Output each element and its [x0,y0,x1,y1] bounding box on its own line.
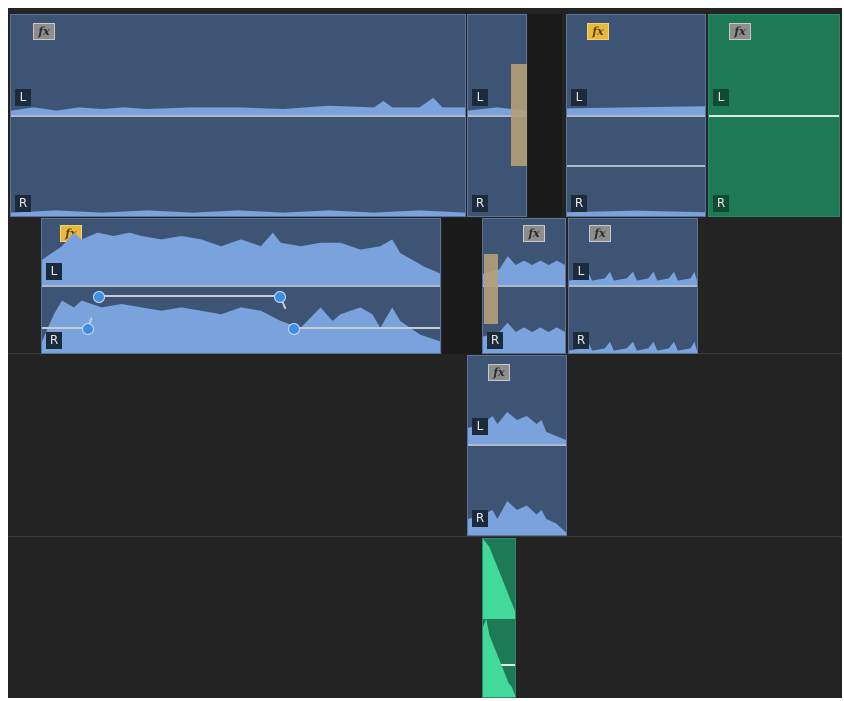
left-channel-label: L [46,263,62,280]
channel-divider [569,285,697,287]
right-channel-label: R [713,195,729,212]
volume-keyframe[interactable] [288,323,300,335]
audio-timeline: fx L R L R fx L R fx L R fx L R fx R fx … [8,8,842,698]
audio-clip[interactable]: fx L R [10,14,466,217]
volume-keyframe[interactable] [274,291,286,303]
left-channel-waveform [11,97,465,117]
right-channel-label: R [573,332,589,349]
right-channel-label: R [571,195,587,212]
volume-keyframe[interactable] [93,291,105,303]
fx-badge-icon[interactable]: fx [488,364,510,381]
fx-badge-icon[interactable]: fx [587,23,609,40]
volume-keyframe-line[interactable] [99,295,280,297]
right-channel-label: R [472,510,488,527]
left-channel-label: L [472,418,488,435]
right-channel-label: R [487,332,503,349]
volume-keyframe[interactable] [82,323,94,335]
audio-clip[interactable]: fx L R [568,218,698,354]
crossfade-transition[interactable] [484,254,498,324]
right-channel-waveform [567,210,705,216]
left-channel-waveform [483,539,515,619]
fx-badge-icon[interactable]: fx [523,225,545,242]
left-channel-label: L [15,89,31,106]
channel-divider [468,444,566,446]
right-channel-waveform [483,619,515,697]
audio-clip-green[interactable]: fx L R [708,14,840,217]
volume-line[interactable] [567,165,705,167]
audio-clip[interactable]: fx L R [467,355,567,536]
right-channel-waveform [11,210,465,216]
channel-divider [11,115,465,117]
audio-clip[interactable]: fx L R [41,218,441,354]
track-gap [528,14,562,217]
left-channel-label: L [713,89,729,106]
left-channel-label: L [472,89,488,106]
channel-divider [709,115,839,117]
volume-keyframe-line[interactable] [293,327,440,329]
fx-badge-icon[interactable]: fx [729,23,751,40]
right-channel-label: R [15,195,31,212]
left-channel-waveform [567,106,705,115]
left-channel-waveform [42,232,440,287]
track-divider [8,536,842,537]
fx-badge-icon[interactable]: fx [33,23,55,40]
right-channel-label: R [472,195,488,212]
fx-badge-icon[interactable]: fx [589,225,611,242]
crossfade-transition[interactable] [511,64,527,166]
audio-clip-green[interactable] [482,538,516,698]
left-channel-label: L [573,263,589,280]
audio-clip[interactable]: fx L R [566,14,706,217]
left-channel-label: L [571,89,587,106]
right-channel-label: R [46,332,62,349]
channel-divider [567,115,705,117]
track-gap [442,218,482,354]
